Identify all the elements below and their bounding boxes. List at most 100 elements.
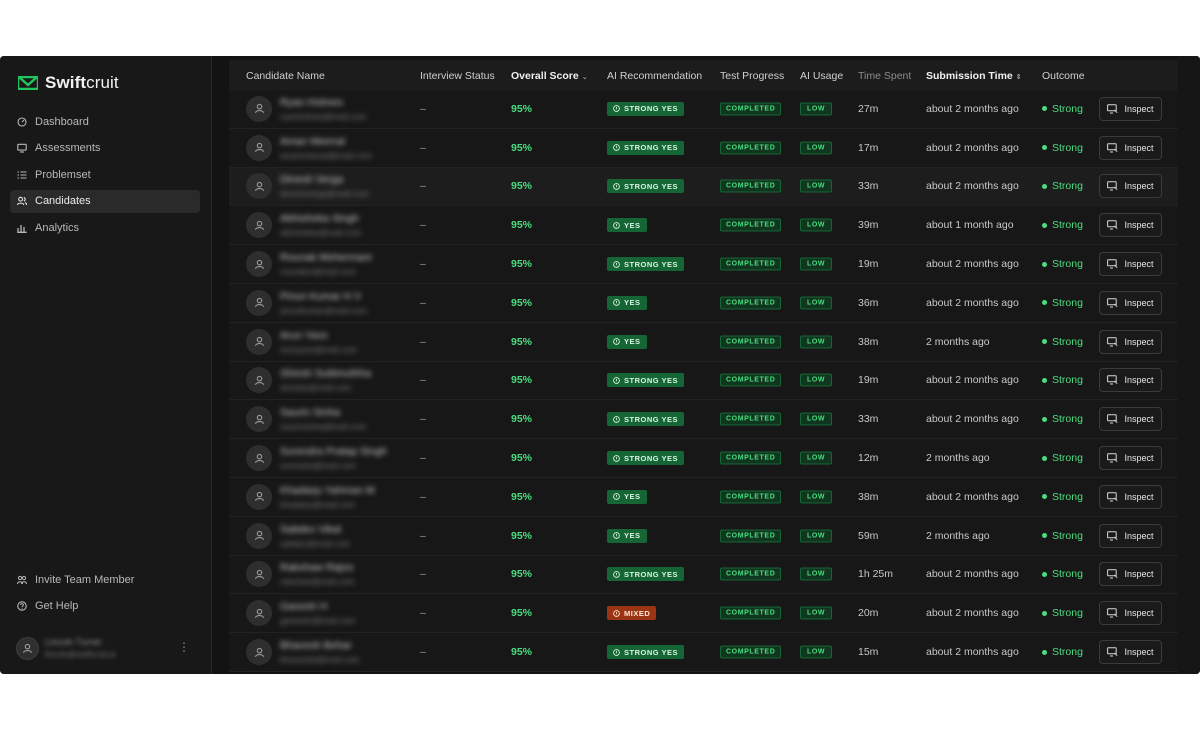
- candidate-name: Aman Meenal: [280, 135, 345, 148]
- submission-time: about 2 months ago: [926, 141, 1019, 154]
- ai-recommendation-badge: STRONG YES: [607, 645, 685, 660]
- invite-team-icon: [17, 575, 27, 585]
- interview-status: –: [420, 296, 426, 309]
- candidate-info: Rounak Mehermani rounakm@mail.com: [280, 252, 372, 277]
- inspect-button[interactable]: Inspect: [1099, 368, 1162, 393]
- candidate-email: bhaveshb@mail.com: [280, 654, 360, 665]
- table-row[interactable]: Saurin Sinha saurinsinha@mail.com – 95% …: [229, 400, 1179, 440]
- outcome-status: Strong: [1042, 530, 1083, 542]
- candidate-email: ganeshh@mail.com: [280, 615, 356, 626]
- more-options-icon[interactable]: ⋮: [178, 641, 190, 653]
- profile-email: lincoln@swiftcruit.ai: [45, 650, 116, 659]
- table-row[interactable]: Rounak Mehermani rounakm@mail.com – 95% …: [229, 245, 1179, 284]
- candidate-email: rakshaw@mail.com: [280, 576, 355, 587]
- info-circle-icon: [613, 299, 620, 307]
- inspect-button[interactable]: Inspect: [1099, 407, 1162, 432]
- inspect-button[interactable]: Inspect: [1099, 562, 1162, 587]
- table-row[interactable]: Ganesh H ganeshh@mail.com – 95% MIXED CO…: [229, 594, 1179, 634]
- table-row[interactable]: Arun Yavs arunyavs@mail.com – 95% YES CO…: [229, 322, 1179, 362]
- inspect-label: Inspect: [1124, 375, 1154, 386]
- ai-recommendation-badge: YES: [607, 528, 647, 543]
- inspect-button[interactable]: Inspect: [1099, 329, 1162, 354]
- inspect-button[interactable]: Inspect: [1099, 213, 1162, 238]
- ai-usage-badge: LOW: [800, 567, 833, 581]
- candidate-name: Dinesh Verga: [280, 173, 344, 186]
- test-progress-badge: COMPLETED: [720, 296, 782, 310]
- header-overall-score[interactable]: Overall Score ⌄: [511, 70, 588, 82]
- table-row[interactable]: Ryan Holmes ryanholmes@mail.com – 95% ST…: [229, 90, 1179, 129]
- table-row[interactable]: Khadarju Yahman M khadarju@mail.com – 95…: [229, 478, 1179, 517]
- avatar: [16, 636, 39, 660]
- avatar: [246, 445, 272, 472]
- table-row[interactable]: Shirish Suttimuthha shirishs@mail.com – …: [229, 361, 1179, 401]
- inspect-button[interactable]: Inspect: [1099, 484, 1162, 509]
- inspect-button[interactable]: Inspect: [1099, 135, 1162, 160]
- status-dot: [1042, 416, 1047, 422]
- outcome-status: Strong: [1042, 142, 1083, 154]
- table-row[interactable]: Abhisheka Singh abhisheka@mail.com – 95%…: [229, 206, 1179, 246]
- nav-item-candidates[interactable]: Candidates: [10, 189, 200, 213]
- overall-score: 95%: [511, 258, 533, 271]
- inspect-label: Inspect: [1124, 453, 1154, 464]
- nav-item-assessments[interactable]: Assessments: [10, 137, 200, 160]
- outcome-status: Strong: [1042, 103, 1083, 115]
- test-progress-badge: COMPLETED: [720, 451, 782, 465]
- outcome-label: Strong: [1052, 219, 1083, 232]
- candidate-name: Abhisheka Singh: [280, 212, 359, 225]
- brand[interactable]: Swiftcruit: [18, 73, 119, 93]
- outcome-label: Strong: [1052, 296, 1083, 309]
- user-icon: [254, 259, 264, 269]
- nav-item-problemset[interactable]: Problemset: [10, 163, 200, 186]
- inspect-button[interactable]: Inspect: [1099, 446, 1162, 471]
- table-row[interactable]: Surendra Pratap Singh surendra@mail.com …: [229, 439, 1179, 478]
- candidate-name: Bhavesh Behar: [280, 639, 352, 652]
- user-icon: [254, 453, 264, 463]
- inspect-button[interactable]: Inspect: [1099, 174, 1162, 199]
- ai-usage-badge: LOW: [800, 335, 833, 349]
- header-candidate-name: Candidate Name: [246, 70, 325, 82]
- inspect-button[interactable]: Inspect: [1099, 96, 1162, 121]
- submission-time: about 2 months ago: [926, 296, 1019, 309]
- nav-label: Get Help: [35, 600, 79, 613]
- header-submission-time[interactable]: Submission Time ⇕: [926, 70, 1022, 82]
- inspect-button[interactable]: Inspect: [1099, 640, 1162, 665]
- avatar: [246, 483, 272, 510]
- table-row[interactable]: Aman Meenal amanmeenal@mail.com – 95% ST…: [229, 128, 1179, 168]
- inspect-button[interactable]: Inspect: [1099, 523, 1162, 548]
- candidate-info: Abhisheka Singh abhisheka@mail.com: [280, 213, 361, 238]
- submission-time: about 2 months ago: [926, 180, 1019, 193]
- table-row[interactable]: Bhavesh Behar bhaveshb@mail.com – 95% ST…: [229, 633, 1179, 672]
- overall-score: 95%: [511, 413, 533, 426]
- user-icon: [254, 569, 264, 580]
- candidate-name: Ganesh H: [280, 600, 328, 613]
- status-dot: [1042, 610, 1047, 616]
- candidate-name: Shirish Suttimuthha: [280, 367, 372, 380]
- candidate-name: Surendra Pratap Singh: [280, 445, 387, 458]
- status-dot: [1042, 649, 1047, 655]
- candidate-info: Saurin Sinha saurinsinha@mail.com: [280, 407, 366, 432]
- time-spent: 36m: [858, 296, 879, 309]
- outcome-status: Strong: [1042, 297, 1083, 309]
- get-help-button[interactable]: Get Help: [10, 595, 200, 618]
- candidate-email: saurinsinha@mail.com: [280, 421, 367, 432]
- invite-team-member-button[interactable]: Invite Team Member: [10, 568, 200, 591]
- inspect-button[interactable]: Inspect: [1099, 601, 1162, 626]
- table-row[interactable]: Rakshaw Rajoo rakshaw@mail.com – 95% STR…: [229, 555, 1179, 595]
- candidates-main: Candidate Name Interview Status Overall …: [212, 56, 1200, 674]
- inspect-button[interactable]: Inspect: [1099, 252, 1162, 277]
- candidate-name: Sabdev Vikal: [280, 523, 342, 536]
- inspect-icon: [1107, 142, 1119, 153]
- nav-item-analytics[interactable]: Analytics: [10, 216, 200, 239]
- submission-time: 2 months ago: [926, 529, 990, 542]
- inspect-button[interactable]: Inspect: [1099, 290, 1162, 315]
- candidate-info: Khadarju Yahman M khadarju@mail.com: [280, 484, 375, 509]
- nav-item-dashboard[interactable]: Dashboard: [10, 110, 200, 133]
- overall-score: 95%: [511, 452, 533, 465]
- inspect-icon: [1107, 220, 1119, 230]
- table-row[interactable]: Dinesh Verga dineshverga@mail.com – 95% …: [229, 167, 1179, 207]
- user-profile[interactable]: Lincoln Turner lincoln@swiftcruit.ai ⋮: [16, 636, 196, 660]
- time-spent: 59m: [858, 529, 879, 542]
- test-progress-badge: COMPLETED: [720, 218, 782, 232]
- table-row[interactable]: Sabdev Vikal sabdev@mail.com – 95% YES C…: [229, 516, 1179, 556]
- table-row[interactable]: Pinun Kumar H V pinunkumar@mail.com – 95…: [229, 284, 1179, 323]
